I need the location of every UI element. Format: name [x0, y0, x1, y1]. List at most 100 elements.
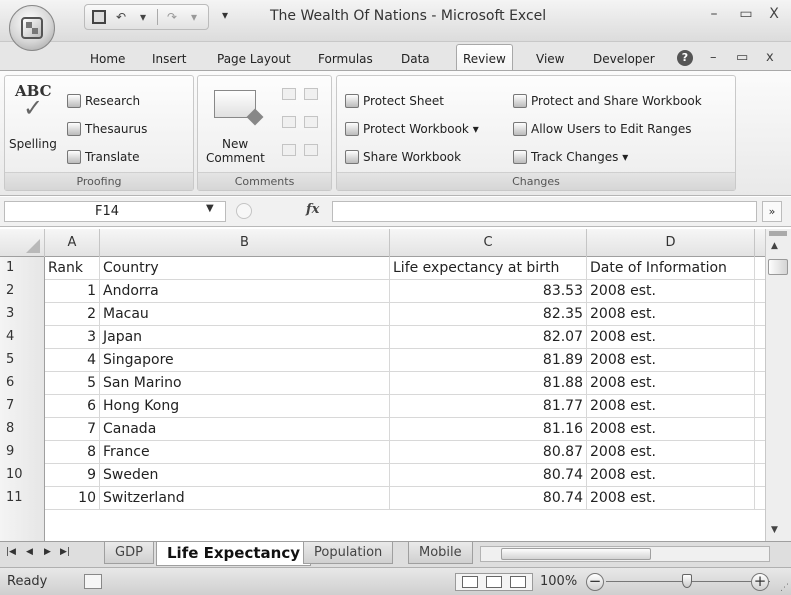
cell-a1[interactable]: Rank — [45, 257, 100, 280]
row-header[interactable]: 1 — [0, 257, 45, 280]
protect-share-workbook-button[interactable]: Protect and Share Workbook — [513, 94, 702, 108]
zoom-out-icon[interactable]: − — [586, 573, 604, 591]
expand-formula-bar-button[interactable]: » — [762, 201, 782, 222]
row-header[interactable]: 6 — [0, 372, 45, 395]
undo-dropdown-icon[interactable]: ▾ — [135, 9, 151, 25]
vertical-scrollbar[interactable]: ▲ ▼ — [765, 229, 791, 541]
scroll-down-icon[interactable]: ▼ — [771, 525, 778, 535]
row-header[interactable]: 3 — [0, 303, 45, 326]
select-all-button[interactable] — [0, 229, 45, 257]
cell-e[interactable] — [755, 464, 765, 487]
prev-sheet-icon[interactable]: ◀ — [26, 547, 33, 557]
sheet-tab-population[interactable]: Population — [303, 542, 394, 564]
allow-users-button[interactable]: Allow Users to Edit Ranges — [513, 122, 691, 136]
date-cell[interactable]: 2008 est. — [587, 372, 755, 395]
cell-e[interactable] — [755, 257, 765, 280]
cell-e[interactable] — [755, 418, 765, 441]
page-layout-view-icon[interactable] — [486, 576, 502, 588]
column-header-d[interactable]: D — [587, 229, 755, 257]
horizontal-scroll-thumb[interactable] — [501, 548, 651, 560]
country-cell[interactable]: Sweden — [100, 464, 390, 487]
life-expectancy-cell[interactable]: 81.89 — [390, 349, 587, 372]
rank-cell[interactable]: 1 — [45, 280, 100, 303]
rank-cell[interactable]: 2 — [45, 303, 100, 326]
date-cell[interactable]: 2008 est. — [587, 395, 755, 418]
column-header-b[interactable]: B — [100, 229, 390, 257]
country-cell[interactable]: Singapore — [100, 349, 390, 372]
minimize-button[interactable]: – — [702, 4, 726, 24]
cell-e[interactable] — [755, 349, 765, 372]
rank-cell[interactable]: 3 — [45, 326, 100, 349]
ribbon-minimize-button[interactable]: – — [710, 50, 717, 65]
next-sheet-icon[interactable]: ▶ — [44, 547, 51, 557]
date-cell[interactable]: 2008 est. — [587, 349, 755, 372]
office-button[interactable] — [9, 5, 55, 51]
thesaurus-button[interactable]: Thesaurus — [67, 122, 147, 136]
date-cell[interactable]: 2008 est. — [587, 303, 755, 326]
ribbon-restore-button[interactable]: ▭ — [736, 50, 748, 65]
country-cell[interactable]: Canada — [100, 418, 390, 441]
row-header[interactable]: 9 — [0, 441, 45, 464]
redo-dropdown-icon[interactable]: ▾ — [186, 9, 202, 25]
insert-function-button[interactable]: fx — [306, 202, 319, 217]
rank-cell[interactable]: 8 — [45, 441, 100, 464]
last-sheet-icon[interactable]: ▶| — [60, 547, 70, 557]
life-expectancy-cell[interactable]: 81.77 — [390, 395, 587, 418]
cell-e[interactable] — [755, 280, 765, 303]
cell-c1[interactable]: Life expectancy at birth — [390, 257, 587, 280]
life-expectancy-cell[interactable]: 81.16 — [390, 418, 587, 441]
life-expectancy-cell[interactable]: 82.07 — [390, 326, 587, 349]
row-header[interactable]: 10 — [0, 464, 45, 487]
cell-e[interactable] — [755, 441, 765, 464]
country-cell[interactable]: San Marino — [100, 372, 390, 395]
row-header[interactable]: 7 — [0, 395, 45, 418]
protect-sheet-button[interactable]: Protect Sheet — [345, 94, 444, 108]
life-expectancy-cell[interactable]: 80.74 — [390, 464, 587, 487]
tab-developer[interactable]: Developer — [587, 48, 661, 70]
rank-cell[interactable]: 9 — [45, 464, 100, 487]
date-cell[interactable]: 2008 est. — [587, 418, 755, 441]
first-sheet-icon[interactable]: |◀ — [6, 547, 16, 557]
protect-workbook-button[interactable]: Protect Workbook ▾ — [345, 122, 479, 136]
normal-view-icon[interactable] — [462, 576, 478, 588]
date-cell[interactable]: 2008 est. — [587, 464, 755, 487]
date-cell[interactable]: 2008 est. — [587, 280, 755, 303]
date-cell[interactable]: 2008 est. — [587, 487, 755, 510]
scroll-up-icon[interactable]: ▲ — [771, 241, 778, 251]
restore-button[interactable]: ▭ — [734, 4, 758, 24]
cell-d1[interactable]: Date of Information — [587, 257, 755, 280]
name-box-dropdown-icon[interactable]: ▼ — [206, 203, 214, 214]
tab-insert[interactable]: Insert — [146, 48, 192, 70]
country-cell[interactable]: Andorra — [100, 280, 390, 303]
column-header-c[interactable]: C — [390, 229, 587, 257]
row-header[interactable] — [0, 510, 45, 541]
rank-cell[interactable]: 4 — [45, 349, 100, 372]
country-cell[interactable]: Hong Kong — [100, 395, 390, 418]
row-header[interactable]: 5 — [0, 349, 45, 372]
tab-view[interactable]: View — [530, 48, 570, 70]
formula-input[interactable] — [332, 201, 757, 222]
tab-data[interactable]: Data — [395, 48, 436, 70]
country-cell[interactable]: Switzerland — [100, 487, 390, 510]
row-header[interactable]: 2 — [0, 280, 45, 303]
column-header-e[interactable] — [755, 229, 765, 257]
rank-cell[interactable]: 5 — [45, 372, 100, 395]
spelling-button[interactable]: ABC ✓ Spelling — [5, 76, 59, 172]
save-icon[interactable] — [91, 9, 107, 25]
tab-review[interactable]: Review — [456, 44, 513, 71]
resize-grip-icon[interactable]: ⋰ — [780, 583, 789, 593]
customize-qat-icon[interactable]: ▾ — [222, 8, 228, 22]
rank-cell[interactable]: 7 — [45, 418, 100, 441]
life-expectancy-cell[interactable]: 80.87 — [390, 441, 587, 464]
date-cell[interactable]: 2008 est. — [587, 441, 755, 464]
cell-e[interactable] — [755, 372, 765, 395]
life-expectancy-cell[interactable]: 83.53 — [390, 280, 587, 303]
share-workbook-button[interactable]: Share Workbook — [345, 150, 461, 164]
country-cell[interactable]: Japan — [100, 326, 390, 349]
tab-page-layout[interactable]: Page Layout — [211, 48, 297, 70]
sheet-tab-gdp[interactable]: GDP — [104, 542, 154, 564]
life-expectancy-cell[interactable]: 80.74 — [390, 487, 587, 510]
page-break-view-icon[interactable] — [510, 576, 526, 588]
redo-icon[interactable]: ↷ — [164, 9, 180, 25]
horizontal-scrollbar[interactable] — [480, 546, 770, 562]
